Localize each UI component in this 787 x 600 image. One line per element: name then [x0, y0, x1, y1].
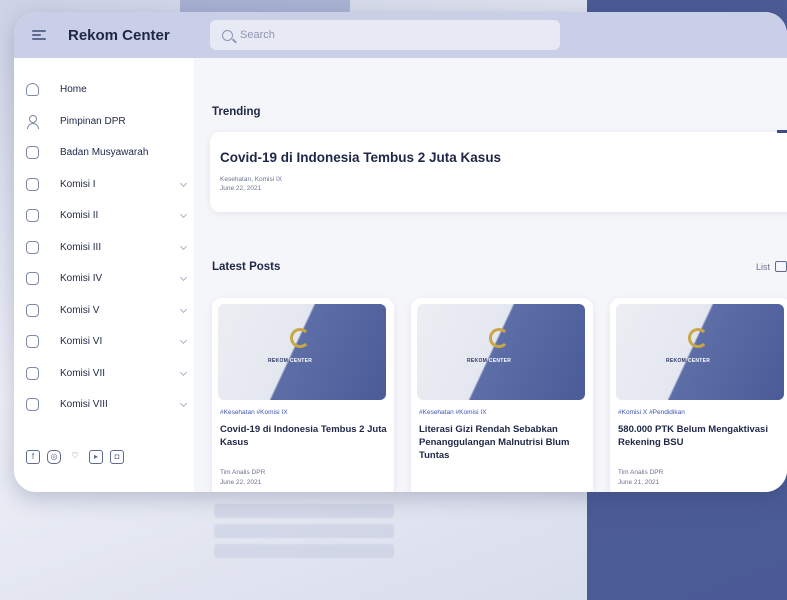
post-tags[interactable]: #Kesehatan #Komisi IX [220, 409, 388, 416]
sidebar-item-komisi-4[interactable]: Komisi IV [14, 263, 194, 295]
sidebar-item-label: Home [60, 84, 87, 96]
post-tags[interactable]: #Komisi X #Pendidikan [618, 409, 786, 416]
website-icon[interactable]: ◘ [110, 450, 124, 464]
sidebar-item-label: Komisi VI [60, 336, 103, 348]
post-date: June 22, 2021 [220, 479, 262, 486]
folder-icon [26, 209, 39, 223]
youtube-icon[interactable]: ▸ [89, 450, 103, 464]
sidebar-item-label: Komisi II [60, 210, 99, 222]
chevron-down-icon[interactable] [179, 242, 188, 250]
post-author: Tim Analis DPR [220, 469, 266, 476]
post-card[interactable]: REKOM CENTER #Komisi X #Pendidikan 580.0… [610, 298, 787, 492]
social-links: f ◎ ♡ ▸ ◘ [26, 450, 124, 464]
post-card[interactable]: REKOM CENTER #Kesehatan #Komisi IX Liter… [411, 298, 593, 492]
post-title[interactable]: Literasi Gizi Rendah Sebabkan Penanggula… [419, 423, 587, 463]
latest-posts-heading: Latest Posts [212, 261, 281, 273]
chevron-down-icon[interactable] [179, 336, 188, 345]
trending-card[interactable]: Covid-19 di Indonesia Tembus 2 Juta Kasu… [210, 132, 787, 212]
post-date: June 21, 2021 [618, 479, 660, 486]
brand-title: Rekom Center [68, 26, 170, 44]
folder-icon [26, 272, 39, 286]
reflection-row [214, 544, 394, 558]
folder-icon [26, 240, 39, 254]
trending-date: June 22, 2021 [220, 185, 262, 192]
post-thumbnail[interactable]: REKOM CENTER [616, 304, 784, 400]
sidebar-item-label: Komisi V [60, 304, 100, 316]
thumbnail-brand: REKOM CENTER [666, 358, 711, 364]
facebook-icon[interactable]: f [26, 450, 40, 464]
post-card[interactable]: REKOM CENTER #Kesehatan #Komisi IX Covid… [212, 298, 394, 492]
hamburger-menu-icon[interactable] [32, 30, 46, 40]
sidebar-item-label: Komisi IV [60, 273, 103, 285]
sidebar-item-komisi-5[interactable]: Komisi V [14, 295, 194, 327]
sidebar-nav: Home Pimpinan DPR Badan Musyawarah Komis… [14, 58, 194, 421]
rekom-logo-icon [688, 328, 708, 348]
sidebar-item-label: Komisi VII [60, 367, 106, 379]
carousel-indicator[interactable] [777, 130, 787, 133]
sidebar-item-label: Komisi I [60, 178, 96, 190]
rekom-logo-icon [290, 328, 310, 348]
post-title[interactable]: Covid-19 di Indonesia Tembus 2 Juta Kasu… [220, 423, 388, 463]
thumbnail-brand: REKOM CENTER [467, 358, 512, 364]
chevron-down-icon[interactable] [179, 368, 188, 376]
sidebar-item-label: Komisi VIII [60, 399, 108, 411]
sidebar-item-label: Komisi III [60, 241, 102, 253]
reflection-row [214, 524, 394, 538]
chevron-down-icon[interactable] [179, 273, 188, 282]
trending-title[interactable]: Covid-19 di Indonesia Tembus 2 Juta Kasu… [220, 150, 787, 165]
reflection [14, 498, 784, 600]
post-thumbnail[interactable]: REKOM CENTER [417, 304, 585, 400]
reflection-row [214, 504, 394, 518]
thumbnail-brand: REKOM CENTER [268, 358, 313, 364]
sidebar: Home Pimpinan DPR Badan Musyawarah Komis… [14, 58, 194, 492]
app-window: Rekom Center Home Pimpinan DPR Badan Mus… [14, 12, 787, 492]
twitter-icon[interactable]: ♡ [68, 450, 82, 464]
sidebar-item-komisi-3[interactable]: Komisi III [14, 232, 194, 264]
sidebar-item-pimpinan-dpr[interactable]: Pimpinan DPR [14, 106, 194, 138]
folder-icon [26, 366, 39, 380]
list-icon [775, 261, 787, 272]
folder-icon [26, 177, 39, 191]
list-view-label: List [755, 261, 770, 272]
sidebar-item-komisi-1[interactable]: Komisi I [14, 169, 194, 201]
folder-icon [26, 303, 39, 317]
chevron-down-icon[interactable] [179, 305, 188, 313]
search-input[interactable] [240, 29, 540, 41]
post-tags[interactable]: #Kesehatan #Komisi IX [419, 409, 587, 416]
user-icon [26, 114, 39, 129]
post-author: Tim Analis DPR [618, 469, 664, 476]
trending-tags: Kesehatan, Komisi IX [220, 176, 283, 183]
sidebar-item-label: Badan Musyawarah [60, 147, 149, 159]
sidebar-item-komisi-6[interactable]: Komisi VI [14, 326, 194, 358]
chevron-down-icon[interactable] [179, 399, 188, 408]
home-icon [26, 83, 39, 97]
main-content: Trending Covid-19 di Indonesia Tembus 2 … [194, 58, 787, 492]
trending-heading: Trending [212, 106, 261, 118]
post-thumbnail[interactable]: REKOM CENTER [218, 304, 386, 400]
folder-icon [26, 335, 39, 349]
chevron-down-icon[interactable] [179, 179, 188, 187]
list-view-toggle[interactable]: List [756, 261, 787, 272]
search-bar[interactable] [210, 20, 560, 50]
search-icon [222, 29, 233, 41]
sidebar-header: Rekom Center [14, 12, 194, 58]
sidebar-item-komisi-8[interactable]: Komisi VIII [14, 389, 194, 421]
folder-icon [26, 398, 39, 412]
sidebar-item-home[interactable]: Home [14, 74, 194, 106]
chevron-down-icon[interactable] [179, 210, 188, 219]
sidebar-item-komisi-2[interactable]: Komisi II [14, 200, 194, 232]
rekom-logo-icon [489, 328, 509, 348]
post-title[interactable]: 580.000 PTK Belum Mengaktivasi Rekening … [618, 423, 786, 463]
folder-icon [26, 146, 39, 160]
instagram-icon[interactable]: ◎ [47, 450, 61, 464]
sidebar-item-badan-musyawarah[interactable]: Badan Musyawarah [14, 137, 194, 169]
sidebar-item-label: Pimpinan DPR [60, 115, 126, 127]
sidebar-item-komisi-7[interactable]: Komisi VII [14, 358, 194, 390]
